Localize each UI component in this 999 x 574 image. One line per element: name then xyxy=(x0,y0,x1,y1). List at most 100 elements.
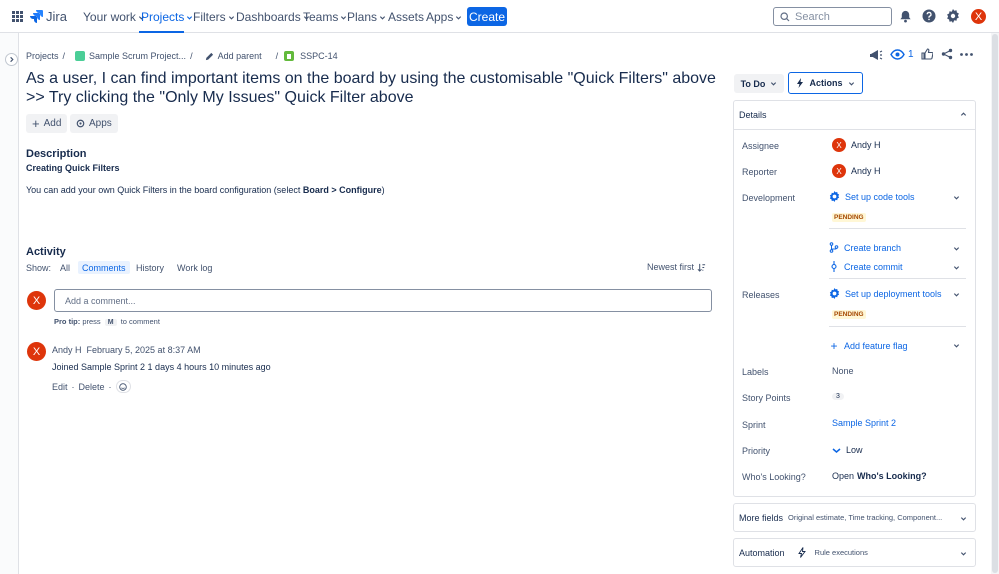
comment-edit[interactable]: Edit xyxy=(52,382,68,392)
priority-value[interactable]: Low xyxy=(832,445,863,455)
dot-separator: · xyxy=(71,381,75,392)
comment-author-avatar: X xyxy=(27,342,46,361)
divider xyxy=(829,228,966,229)
tab-all[interactable]: All xyxy=(56,261,74,274)
more-actions-icon[interactable] xyxy=(960,53,973,56)
setup-code-tools-link[interactable]: Set up code tools xyxy=(829,191,915,202)
nav-projects-label: Projects xyxy=(141,10,185,24)
story-points-label: Story Points xyxy=(742,393,791,403)
chevron-down-icon xyxy=(848,80,855,87)
breadcrumb-issue-key[interactable]: SSPC-14 xyxy=(300,51,338,61)
reporter-value[interactable]: X Andy H xyxy=(832,164,881,178)
actions-button[interactable]: Actions xyxy=(788,72,863,94)
reporter-label: Reporter xyxy=(742,167,778,177)
pro-tip-rest: to comment xyxy=(120,317,160,326)
jira-logo-text: Jira xyxy=(46,9,67,24)
tab-history[interactable]: History xyxy=(132,261,168,274)
sprint-value[interactable]: Sample Sprint 2 xyxy=(832,418,896,428)
setup-deployment-tools-link[interactable]: Set up deployment tools xyxy=(829,288,942,299)
breadcrumb-separator: / xyxy=(275,51,279,61)
jira-logo[interactable]: Jira xyxy=(30,9,67,24)
create-branch-link[interactable]: Create branch xyxy=(829,242,901,253)
breadcrumb-separator: / xyxy=(62,51,66,61)
breadcrumb-project[interactable]: Sample Scrum Project... xyxy=(89,51,186,61)
chevron-down-icon[interactable] xyxy=(953,245,960,252)
pro-tip-label: Pro tip: xyxy=(54,317,81,326)
plus-icon: + xyxy=(830,339,838,353)
status-dropdown[interactable]: To Do xyxy=(734,74,784,93)
expand-sidebar-button[interactable] xyxy=(5,53,18,66)
scrollbar-thumb[interactable] xyxy=(992,34,998,573)
breadcrumb-projects[interactable]: Projects xyxy=(26,51,59,61)
assignee-value[interactable]: X Andy H xyxy=(832,138,881,152)
add-button-label: Add xyxy=(43,118,62,129)
nav-teams[interactable]: Teams xyxy=(303,10,347,24)
story-type-icon xyxy=(284,51,295,61)
nav-active-indicator xyxy=(139,31,184,33)
nav-dashboards-label: Dashboards xyxy=(236,10,301,24)
nav-your-work[interactable]: Your work xyxy=(83,10,145,24)
thumbs-up-icon[interactable] xyxy=(921,48,933,60)
create-commit-link[interactable]: Create commit xyxy=(829,261,903,272)
apps-button[interactable]: Apps xyxy=(70,114,118,133)
chevron-down-icon[interactable] xyxy=(953,194,960,201)
chevron-down-icon[interactable] xyxy=(953,264,960,271)
description-heading: Description xyxy=(26,148,87,160)
nav-apps[interactable]: Apps xyxy=(426,10,462,24)
notifications-icon[interactable] xyxy=(899,10,912,23)
chevron-down-icon[interactable] xyxy=(953,342,960,349)
nav-assets[interactable]: Assets xyxy=(388,10,424,24)
description-body[interactable]: You can add your own Quick Filters in th… xyxy=(26,185,385,195)
comment-delete[interactable]: Delete xyxy=(79,382,105,392)
details-header[interactable]: Details xyxy=(734,101,975,130)
comment-date[interactable]: February 5, 2025 at 8:37 AM xyxy=(87,345,201,355)
sort-button[interactable]: Newest first xyxy=(647,262,706,272)
settings-gear-icon[interactable] xyxy=(946,9,960,23)
nav-filters[interactable]: Filters xyxy=(193,10,235,24)
more-fields-sub: Original estimate, Time tracking, Compon… xyxy=(788,513,943,522)
jira-logo-icon xyxy=(30,10,43,23)
add-feature-flag-link[interactable]: + Add feature flag xyxy=(829,339,907,353)
issue-title[interactable]: As a user, I can find important items on… xyxy=(26,69,716,107)
add-button[interactable]: + Add xyxy=(26,114,68,133)
page-scrollbar[interactable] xyxy=(991,33,999,574)
nav-projects[interactable]: Projects xyxy=(141,10,193,24)
tab-comments[interactable]: Comments xyxy=(78,261,130,274)
plus-icon: + xyxy=(32,115,40,131)
chevron-down-icon[interactable] xyxy=(953,291,960,298)
status-label: To Do xyxy=(740,78,766,89)
lightning-icon xyxy=(797,547,806,558)
labels-value[interactable]: None xyxy=(832,366,854,376)
whos-looking-value[interactable]: Open Who's Looking? xyxy=(832,471,927,481)
share-icon[interactable] xyxy=(941,48,953,60)
story-points-value[interactable]: 3 xyxy=(832,393,844,400)
left-sidebar-collapsed xyxy=(0,33,19,574)
search-input[interactable] xyxy=(795,10,885,23)
chevron-down-icon xyxy=(228,14,235,21)
nav-your-work-label: Your work xyxy=(83,10,136,24)
chevron-down-icon xyxy=(960,550,967,557)
tab-work-log[interactable]: Work log xyxy=(173,261,216,274)
more-fields-label: More fields xyxy=(739,512,784,523)
feedback-icon[interactable] xyxy=(869,48,883,62)
nav-plans[interactable]: Plans xyxy=(347,10,386,24)
nav-dashboards[interactable]: Dashboards xyxy=(236,10,310,24)
watch-count: 1 xyxy=(908,49,914,60)
description-text: You can add your own Quick Filters in th… xyxy=(26,185,303,195)
user-avatar[interactable]: X xyxy=(971,9,986,24)
nav-apps-label: Apps xyxy=(426,10,454,24)
add-comment-input[interactable]: Add a comment... xyxy=(54,289,712,312)
comment-author[interactable]: Andy H xyxy=(52,345,82,355)
help-icon[interactable] xyxy=(922,9,936,23)
more-fields-section[interactable]: More fields Original estimate, Time trac… xyxy=(733,503,976,532)
branch-icon xyxy=(829,242,839,253)
app-switcher-icon[interactable] xyxy=(12,11,23,22)
add-reaction-icon[interactable] xyxy=(115,380,131,393)
search-box[interactable] xyxy=(773,7,892,26)
create-button[interactable]: Create xyxy=(467,7,507,26)
automation-section[interactable]: Automation Rule executions xyxy=(733,538,976,567)
comment-actions: Edit · Delete · xyxy=(52,380,131,393)
add-parent-link[interactable]: Add parent xyxy=(218,51,262,61)
pending-badge: PENDING xyxy=(832,310,866,319)
watch-button[interactable]: 1 xyxy=(890,49,914,60)
